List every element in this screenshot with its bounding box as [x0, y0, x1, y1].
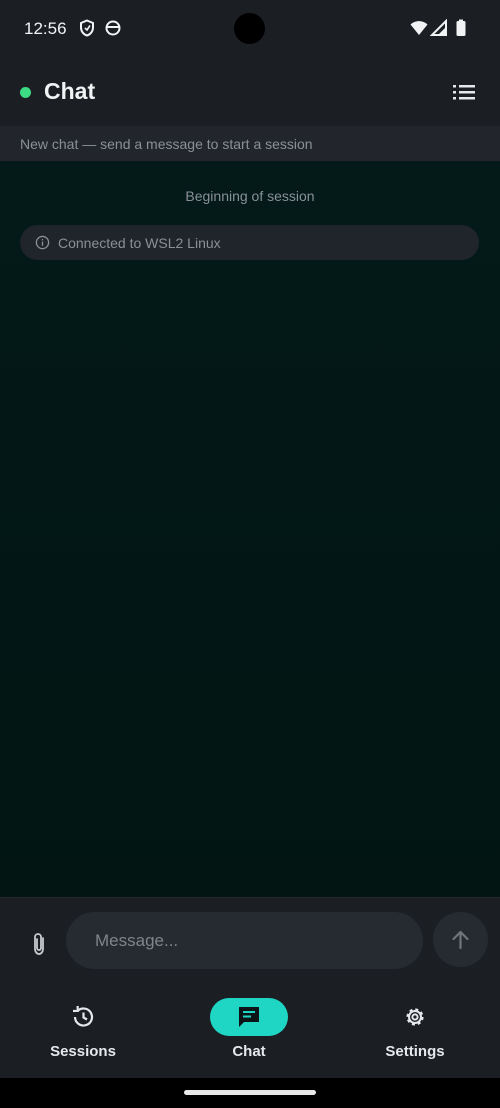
status-bar: 12:56	[0, 0, 500, 58]
connection-status-dot	[20, 87, 31, 98]
message-input[interactable]	[66, 912, 423, 969]
session-info-text: New chat — send a message to start a ses…	[20, 136, 313, 152]
nav-label-chat: Chat	[232, 1043, 266, 1060]
list-icon[interactable]	[450, 80, 478, 104]
nav-indicator-settings	[376, 998, 454, 1036]
nav-indicator-chat	[210, 998, 288, 1036]
nav-item-chat[interactable]: Chat	[179, 985, 319, 1078]
nav-item-settings[interactable]: Settings	[345, 985, 485, 1078]
camera-cutout	[234, 13, 265, 44]
nav-item-sessions[interactable]: Sessions	[13, 985, 153, 1078]
gesture-area	[0, 1078, 500, 1108]
face-icon	[105, 20, 121, 36]
app-screen: 12:56 Chat New chat — send a message to …	[0, 0, 500, 1108]
nav-indicator-sessions	[44, 998, 122, 1036]
paperclip-icon[interactable]	[26, 931, 52, 957]
battery-icon	[456, 19, 466, 36]
arrow-up-icon	[452, 930, 469, 950]
chat-icon	[239, 1007, 259, 1027]
system-message: Connected to WSL2 Linux	[20, 225, 479, 260]
info-icon	[35, 235, 50, 250]
app-bar: Chat	[0, 58, 500, 126]
signal-icon	[430, 19, 447, 36]
home-gesture-handle[interactable]	[184, 1090, 316, 1095]
shield-icon	[80, 19, 94, 37]
status-time: 12:56	[24, 19, 67, 38]
session-info-bar: New chat — send a message to start a ses…	[0, 126, 500, 161]
gear-icon	[406, 1008, 424, 1026]
page-title: Chat	[44, 78, 96, 104]
wifi-icon	[410, 21, 428, 35]
system-message-text: Connected to WSL2 Linux	[58, 235, 221, 251]
history-icon	[72, 1005, 94, 1027]
nav-label-sessions: Sessions	[50, 1043, 116, 1060]
bottom-navigation: Sessions Chat Settings	[0, 985, 500, 1078]
nav-label-settings: Settings	[385, 1043, 445, 1060]
send-button[interactable]	[433, 912, 488, 967]
message-composer	[0, 897, 500, 985]
chat-message-list[interactable]: Beginning of session Connected to WSL2 L…	[0, 161, 500, 897]
session-start-marker: Beginning of session	[185, 188, 315, 204]
